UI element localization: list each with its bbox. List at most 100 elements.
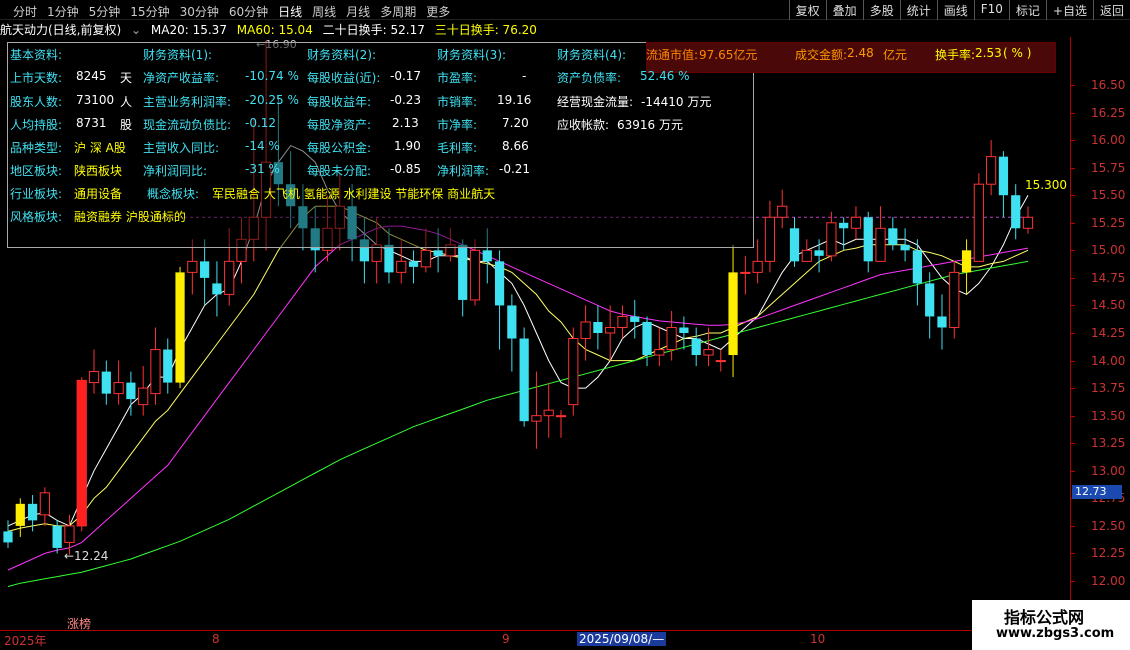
candle-body[interactable] <box>420 249 431 268</box>
period-tab[interactable]: 1分钟 <box>42 3 84 20</box>
candle-body[interactable] <box>138 387 149 406</box>
candle-body[interactable] <box>814 250 824 256</box>
candle-body[interactable] <box>703 349 714 356</box>
candle-body[interactable] <box>580 321 591 340</box>
candle-body[interactable] <box>630 316 640 322</box>
candle-body[interactable] <box>568 338 579 406</box>
candle-body[interactable] <box>679 327 689 333</box>
tool-button[interactable]: 叠加 <box>825 0 863 20</box>
candle-body[interactable] <box>617 315 628 328</box>
candle-body[interactable] <box>3 531 13 543</box>
avg-hold-value: 8731 <box>76 116 107 130</box>
candle-body[interactable] <box>200 261 210 278</box>
candle-body[interactable] <box>101 371 111 394</box>
candle-body[interactable] <box>605 326 616 334</box>
candle-body[interactable] <box>961 250 972 273</box>
candle-body[interactable] <box>850 216 862 229</box>
tool-button[interactable]: 画线 <box>936 0 974 20</box>
candle-body[interactable] <box>826 222 837 257</box>
period-tab[interactable]: 60分钟 <box>224 3 273 20</box>
candle-body[interactable] <box>88 371 100 384</box>
candle-body[interactable] <box>937 316 947 328</box>
candle-body[interactable] <box>666 326 677 351</box>
price-tickmark <box>1071 305 1075 307</box>
tool-button[interactable]: +自选 <box>1045 0 1093 20</box>
candle-body[interactable] <box>543 409 554 417</box>
candle-body[interactable] <box>126 382 136 400</box>
candle-body[interactable] <box>458 244 468 300</box>
candle-body[interactable] <box>469 249 481 301</box>
candle-body[interactable] <box>593 321 603 333</box>
candle-body[interactable] <box>740 271 751 274</box>
candle-body[interactable] <box>888 228 898 245</box>
tool-button[interactable]: 标记 <box>1008 0 1046 20</box>
period-tab[interactable]: 分时 <box>8 3 42 20</box>
candle-body[interactable] <box>777 205 788 218</box>
tool-button[interactable]: 统计 <box>899 0 937 20</box>
concept-label: 概念板块: <box>147 187 200 201</box>
candle-body[interactable] <box>1022 216 1034 229</box>
tool-button[interactable]: 返回 <box>1092 0 1130 20</box>
candle-body[interactable] <box>163 349 173 383</box>
candle-body[interactable] <box>150 349 161 395</box>
style-value[interactable]: 融资融券 沪股通标的 <box>74 208 186 225</box>
candle-body[interactable] <box>212 283 222 295</box>
period-tab[interactable]: 多周期 <box>375 3 421 20</box>
candle-body[interactable] <box>764 216 776 262</box>
industry-value[interactable]: 通用设备 <box>74 185 122 202</box>
candle-body[interactable] <box>113 382 124 395</box>
candle-body[interactable] <box>39 492 50 516</box>
period-tab[interactable]: 5分钟 <box>84 3 126 20</box>
candle-body[interactable] <box>925 283 935 317</box>
candle-body[interactable] <box>187 260 198 273</box>
candle-body[interactable] <box>64 525 75 543</box>
candle-body[interactable] <box>728 272 738 356</box>
candle-body[interactable] <box>752 260 763 273</box>
candle-body[interactable] <box>986 156 997 185</box>
candle-body[interactable] <box>1011 195 1021 229</box>
tool-button[interactable]: 多股 <box>862 0 900 20</box>
period-tab[interactable]: 30分钟 <box>175 3 224 20</box>
candle-body[interactable] <box>175 272 185 383</box>
period-tab[interactable]: 15分钟 <box>125 3 174 20</box>
candle-body[interactable] <box>912 250 923 284</box>
candle-body[interactable] <box>801 249 812 262</box>
tool-button[interactable]: F10 <box>973 0 1009 20</box>
candle-body[interactable] <box>715 360 726 363</box>
candle-body[interactable] <box>531 415 542 422</box>
region-value[interactable]: 陕西板块 <box>74 162 122 179</box>
candle-body[interactable] <box>654 349 665 356</box>
candle-body[interactable] <box>52 525 62 548</box>
candle-body[interactable] <box>224 260 235 295</box>
candle-body[interactable] <box>555 415 567 418</box>
price-tick: 16.50 <box>1091 78 1126 92</box>
candle-body[interactable] <box>384 244 394 273</box>
candle-body[interactable] <box>875 227 886 262</box>
candle-body[interactable] <box>789 228 800 262</box>
candle-body[interactable] <box>642 321 652 356</box>
candle-body[interactable] <box>507 305 517 339</box>
period-tab[interactable]: 周线 <box>307 3 341 20</box>
candle-body[interactable] <box>433 250 443 256</box>
period-tab[interactable]: 更多 <box>421 3 455 20</box>
dropdown-icon[interactable]: ⌄ <box>131 23 141 37</box>
tool-button[interactable]: 复权 <box>788 0 826 20</box>
period-tab[interactable]: 月线 <box>341 3 375 20</box>
candle-body[interactable] <box>396 260 407 273</box>
candle-body[interactable] <box>482 250 492 262</box>
candle-body[interactable] <box>494 261 505 306</box>
candle-body[interactable] <box>998 156 1009 196</box>
concept-value[interactable]: 军民融合 大飞机 氢能源 水利建设 节能环保 商业航天 <box>212 185 495 202</box>
period-tab[interactable]: 日线 <box>273 3 307 20</box>
limit-up-candle[interactable] <box>77 380 87 526</box>
candle-body[interactable] <box>900 244 910 251</box>
candle-body[interactable] <box>949 271 960 328</box>
candle-body[interactable] <box>519 338 529 422</box>
candle-body[interactable] <box>839 222 849 229</box>
candle-body[interactable] <box>27 503 38 521</box>
candle-body[interactable] <box>15 503 25 526</box>
candle-body[interactable] <box>691 338 701 356</box>
candle-body[interactable] <box>973 183 984 262</box>
candle-body[interactable] <box>408 261 419 267</box>
candle-body[interactable] <box>863 217 873 262</box>
